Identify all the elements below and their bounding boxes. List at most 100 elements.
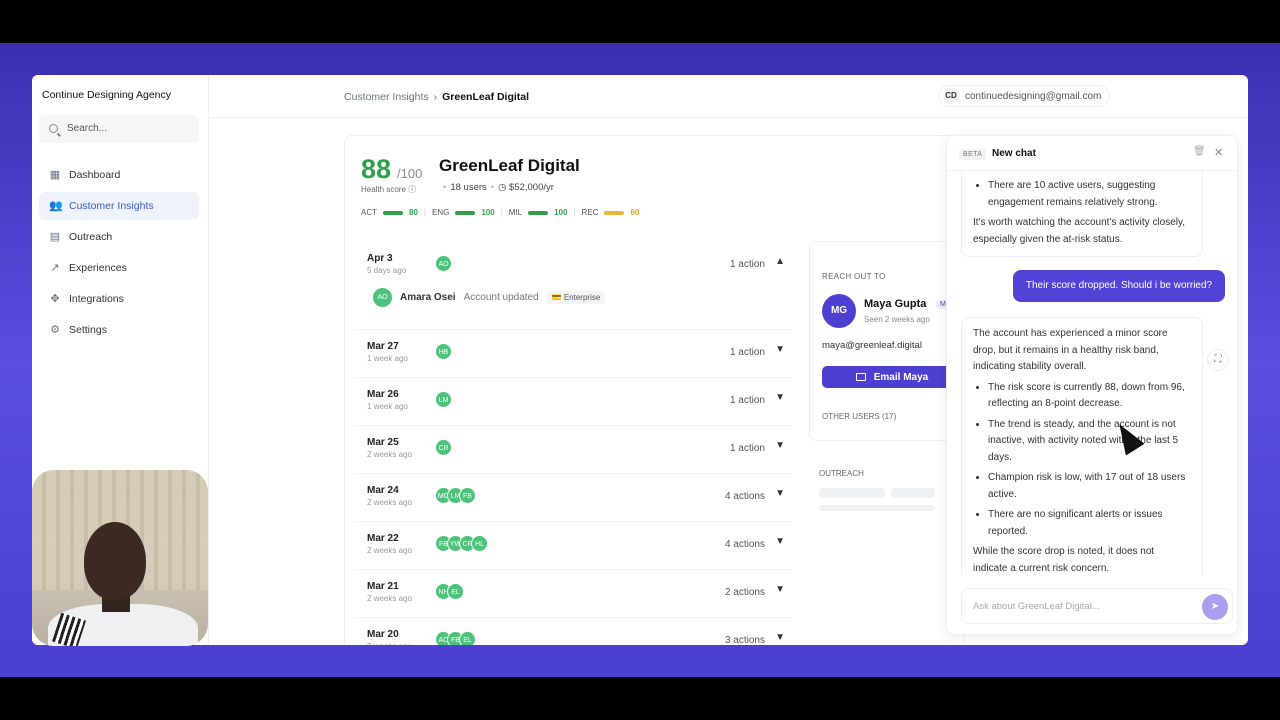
chevron-down-icon[interactable]: ▼ [775, 392, 785, 403]
row-date: Mar 22 [367, 533, 399, 544]
metric-label: ENG [431, 208, 450, 217]
breadcrumb-parent[interactable]: Customer Insights [344, 91, 429, 103]
avatar: EL [447, 583, 464, 600]
revenue: $52,000/yr [509, 182, 554, 193]
chevron-up-icon[interactable]: ▲ [775, 256, 785, 267]
row-ago: 5 days ago [367, 266, 407, 275]
message-text: The account has experienced a minor scor… [973, 328, 1168, 372]
company-meta: • 18 users • ◷ $52,000/yr [439, 182, 554, 193]
chat-input-placeholder: Ask about GreenLeaf Digital... [973, 601, 1100, 612]
expand-icon[interactable]: ⛶ [1207, 349, 1229, 371]
timeline-row[interactable]: Mar 22 2 weeks ago FB YW CR HL 4 actions ▼ [353, 522, 793, 570]
chevron-down-icon[interactable]: ▼ [775, 488, 785, 499]
breadcrumb: Customer Insights › GreenLeaf Digital [344, 91, 529, 103]
timeline-row[interactable]: Mar 27 1 week ago HB 1 action ▼ [353, 330, 793, 378]
message-text: While the score drop is noted, it does n… [973, 546, 1155, 574]
row-date: Mar 25 [367, 437, 399, 448]
email-contact-button[interactable]: Email Maya [822, 366, 962, 388]
row-ago: 2 weeks ago [367, 546, 412, 555]
chevron-down-icon[interactable]: ▼ [775, 344, 785, 355]
breadcrumb-current: GreenLeaf Digital [442, 91, 530, 103]
breadcrumb-separator: › [433, 91, 438, 103]
chat-messages[interactable]: There are 10 active users, suggesting en… [947, 171, 1237, 575]
timeline-row-expanded[interactable]: Apr 3 5 days ago AO 1 action ▲ AO Amara … [353, 242, 793, 330]
metric-separator: | [423, 208, 426, 217]
health-score: 88 [361, 154, 392, 184]
avatar: AO [435, 255, 452, 272]
sidebar-item-outreach[interactable]: ▤ Outreach [39, 223, 199, 251]
row-avatars: FB YW CR HL [435, 535, 488, 552]
row-avatars: LM [435, 391, 452, 408]
avatar: LM [435, 391, 452, 408]
row-action-count: 1 action [729, 347, 765, 358]
chat-title: New chat [992, 148, 1036, 159]
message-bullet: The risk score is currently 88, down fro… [988, 380, 1191, 413]
webcam-overlay [32, 470, 208, 646]
other-users-toggle[interactable]: OTHER USERS (17) [822, 412, 896, 421]
chevron-down-icon[interactable]: ▼ [775, 440, 785, 451]
sidebar-item-dashboard[interactable]: ▦ Dashboard [39, 161, 199, 189]
grid-icon: ▦ [49, 169, 61, 181]
metric-value: 60 [630, 208, 640, 217]
mail-icon [855, 373, 866, 381]
row-action-count: 1 action [729, 259, 765, 270]
health-score-max: /100 [397, 166, 423, 181]
sidebar-item-label: Outreach [69, 231, 113, 243]
search-input[interactable]: Search... [39, 115, 199, 143]
row-action-count: 3 actions [724, 635, 765, 645]
send-icon[interactable]: ➤ [1202, 594, 1228, 620]
email-button-label: Email Maya [873, 371, 929, 383]
avatar: AO [373, 288, 392, 307]
chevron-down-icon[interactable]: ▼ [775, 584, 785, 595]
avatar: HB [435, 343, 452, 360]
chevron-down-icon[interactable]: ▼ [775, 632, 785, 643]
webcam-person-head [84, 522, 146, 600]
row-action-count: 2 actions [724, 587, 765, 598]
timeline-row[interactable]: Mar 25 2 weeks ago CR 1 action ▼ [353, 426, 793, 474]
sidebar-item-label: Experiences [69, 262, 127, 274]
sidebar-item-label: Dashboard [69, 169, 121, 181]
timeline-row[interactable]: Mar 20 2 weeks ago AOFBEL 3 actions ▼ [353, 618, 793, 645]
message-text: It's worth watching the account's activi… [973, 217, 1186, 245]
bullet-icon: • [443, 182, 447, 193]
chevron-down-icon[interactable]: ▼ [775, 536, 785, 547]
timeline-row[interactable]: Mar 24 2 weeks ago MG LM FB 4 actions ▼ [353, 474, 793, 522]
search-placeholder: Search... [67, 123, 108, 134]
sidebar-item-experiences[interactable]: ↗ Experiences [39, 254, 199, 282]
row-date: Mar 21 [367, 581, 399, 592]
health-metrics: ACT 80 | ENG 100 | MIL 100 | REC 60 [361, 208, 639, 217]
avatar: MG [822, 294, 856, 328]
account-menu[interactable]: CD continuedesigning@gmail.com [938, 85, 1111, 107]
sidebar-item-settings[interactable]: ⚙ Settings [39, 316, 199, 344]
row-action-count: 4 actions [724, 491, 765, 502]
user-message: Their score dropped. Should i be worried… [1013, 270, 1225, 302]
sidebar-item-integrations[interactable]: ✥ Integrations [39, 285, 199, 313]
metric-separator: | [573, 208, 576, 217]
row-ago: 2 weeks ago [367, 450, 412, 459]
close-icon[interactable]: ✕ [1214, 146, 1223, 159]
user-count: 18 users [450, 182, 487, 193]
trend-icon: ↗ [50, 262, 60, 274]
health-score-label: Health score ⓘ [361, 185, 417, 194]
users-icon: 👥 [49, 200, 63, 212]
bullet-icon: • [490, 182, 495, 193]
metric-label: ACT [361, 208, 377, 217]
sidebar-item-customer-insights[interactable]: 👥 Customer Insights [39, 192, 199, 220]
timeline-row[interactable]: Mar 26 1 week ago LM 1 action ▼ [353, 378, 793, 426]
message-bullet: Champion risk is low, with 17 out of 18 … [988, 470, 1191, 503]
loading-skeleton [819, 488, 885, 498]
org-name: Continue Designing Agency [42, 89, 172, 101]
activity-timeline: Apr 3 5 days ago AO 1 action ▲ AO Amara … [353, 242, 793, 645]
row-ago: 2 weeks ago [367, 594, 412, 603]
puzzle-icon: ✥ [50, 293, 60, 305]
timeline-row[interactable]: Mar 21 2 weeks ago NH EL 2 actions ▼ [353, 570, 793, 618]
clock-icon: ◷ [498, 182, 510, 193]
chat-input[interactable]: Ask about GreenLeaf Digital... ➤ [961, 588, 1233, 624]
metric-bar [455, 210, 476, 215]
avatar: HL [471, 535, 488, 552]
trash-icon[interactable]: 🗑 [1193, 146, 1206, 157]
row-action-count: 4 actions [724, 539, 765, 550]
avatar: CD [943, 88, 959, 104]
row-ago: 1 week ago [367, 402, 408, 411]
row-ago: 2 weeks ago [367, 642, 412, 645]
